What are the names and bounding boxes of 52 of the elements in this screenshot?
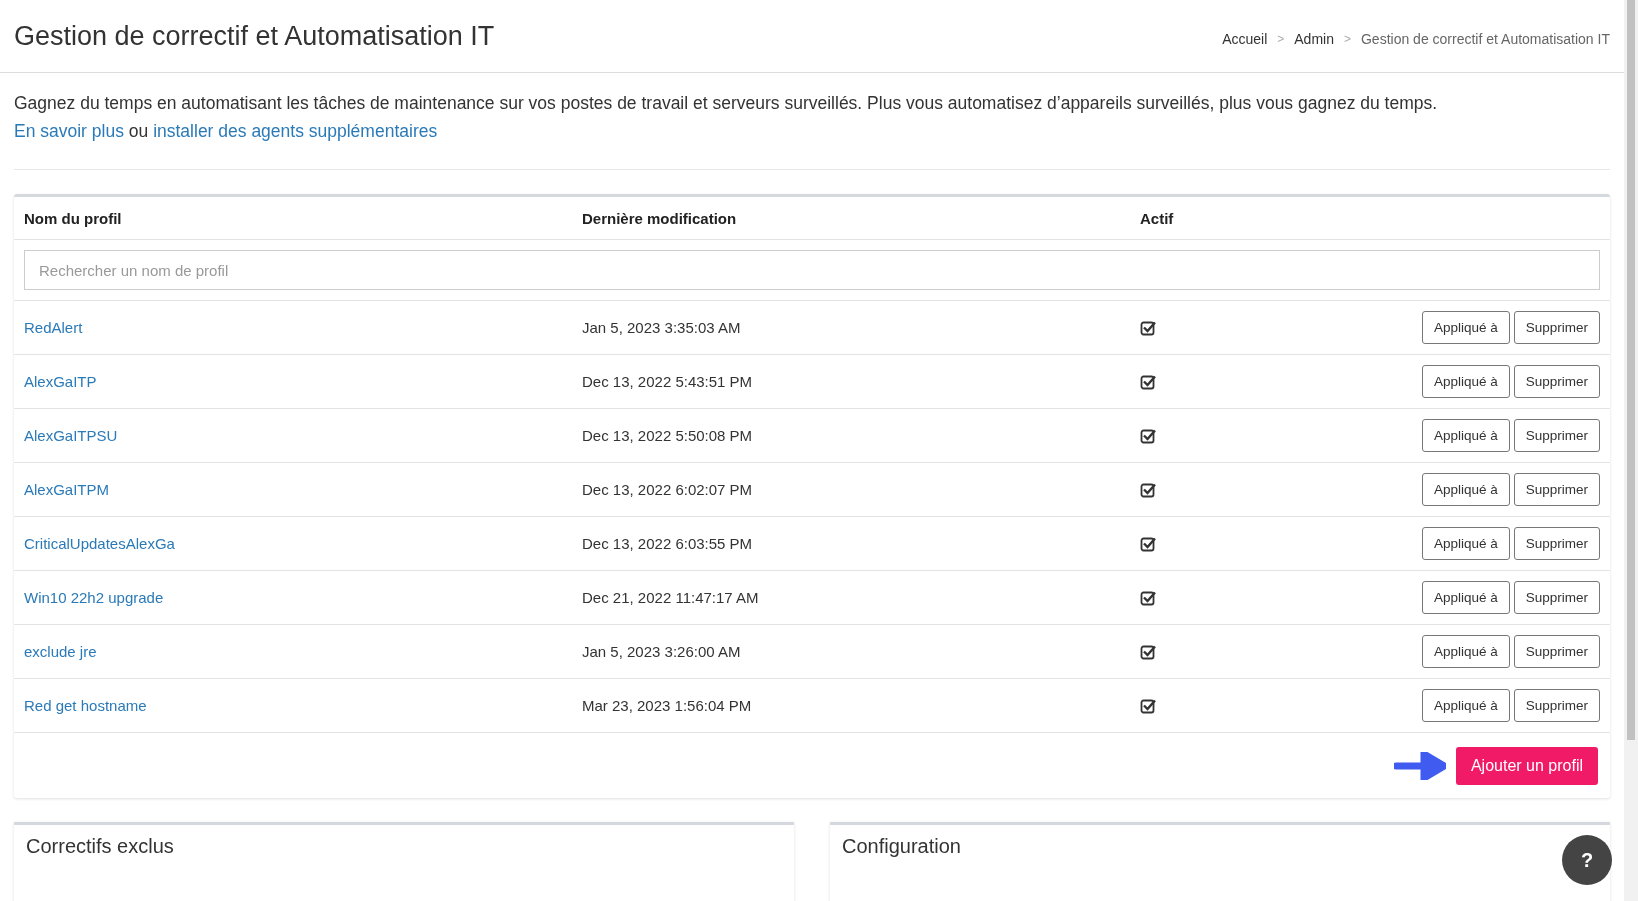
delete-button[interactable]: Supprimer: [1513, 419, 1600, 452]
breadcrumb-separator: >: [1277, 32, 1285, 46]
delete-button[interactable]: Supprimer: [1513, 527, 1600, 560]
add-profile-button[interactable]: Ajouter un profil: [1455, 746, 1598, 785]
delete-button[interactable]: Supprimer: [1513, 581, 1600, 614]
learn-more-link[interactable]: En savoir plus: [14, 121, 124, 141]
delete-button[interactable]: Supprimer: [1513, 311, 1600, 344]
delete-button[interactable]: Supprimer: [1513, 365, 1600, 398]
applied-to-button[interactable]: Appliqué à: [1421, 527, 1510, 560]
page-title: Gestion de correctif et Automatisation IT: [14, 20, 495, 52]
arrow-icon: [1393, 751, 1446, 780]
delete-button[interactable]: Supprimer: [1513, 689, 1600, 722]
modified-date: Jan 5, 2023 3:35:03 AM: [582, 319, 742, 336]
applied-to-button[interactable]: Appliqué à: [1421, 689, 1510, 722]
modified-date: Dec 13, 2022 6:02:07 PM: [582, 481, 754, 498]
applied-to-button[interactable]: Appliqué à: [1421, 581, 1510, 614]
breadcrumb-current: Gestion de correctif et Automatisation IT: [1361, 31, 1610, 47]
breadcrumb-link[interactable]: Admin: [1294, 31, 1334, 47]
breadcrumb-separator: >: [1343, 32, 1351, 46]
modified-date: Jan 5, 2023 3:26:00 AM: [582, 643, 742, 660]
help-button[interactable]: ?: [1562, 835, 1612, 885]
applied-to-button[interactable]: Appliqué à: [1421, 365, 1510, 398]
scrollbar[interactable]: [1627, 0, 1635, 740]
breadcrumb-link[interactable]: Accueil: [1222, 31, 1268, 47]
profile-link[interactable]: AlexGaITP: [24, 373, 97, 390]
panel-title: Correctifs exclus: [26, 835, 175, 858]
applied-to-button[interactable]: Appliqué à: [1421, 473, 1510, 506]
profile-link[interactable]: exclude jre: [24, 643, 97, 660]
delete-button[interactable]: Supprimer: [1513, 473, 1600, 506]
modified-date: Dec 13, 2022 5:43:51 PM: [582, 373, 754, 390]
modified-date: Dec 13, 2022 6:03:55 PM: [582, 535, 754, 552]
profile-link[interactable]: Red get hostname: [24, 697, 147, 714]
modified-date: Dec 21, 2022 11:47:17 AM: [582, 589, 760, 606]
modified-date: Mar 23, 2023 1:56:04 PM: [582, 697, 753, 714]
panel-title: Configuration: [842, 835, 962, 858]
applied-to-button[interactable]: Appliqué à: [1421, 419, 1510, 452]
column-header: Actif: [1140, 209, 1175, 227]
profile-link[interactable]: AlexGaITPSU: [24, 427, 118, 444]
intro-text: Gagnez du temps en automatisant les tâches de maintenance sur vos postes de travail et serveurs surveillés. Plus vous automatisez d’appareils surveillés, plus vous gagnez du temps.: [14, 92, 1439, 115]
profile-search-field[interactable]: Rechercher un nom de profil: [24, 250, 1600, 290]
profile-link[interactable]: AlexGaITPM: [24, 481, 110, 498]
column-header: Nom du profil: [24, 209, 123, 227]
install-agents-link[interactable]: installer des agents supplémentaires: [153, 121, 438, 141]
column-header: Dernière modification: [582, 209, 738, 227]
joiner-text: ou: [128, 121, 149, 141]
applied-to-button[interactable]: Appliqué à: [1421, 311, 1510, 344]
delete-button[interactable]: Supprimer: [1513, 635, 1600, 668]
applied-to-button[interactable]: Appliqué à: [1421, 635, 1510, 668]
profile-link[interactable]: Win10 22h2 upgrade: [24, 589, 164, 606]
profile-link[interactable]: CriticalUpdatesAlexGa: [24, 535, 175, 552]
modified-date: Dec 13, 2022 5:50:08 PM: [582, 427, 754, 444]
profile-link[interactable]: RedAlert: [24, 319, 83, 336]
